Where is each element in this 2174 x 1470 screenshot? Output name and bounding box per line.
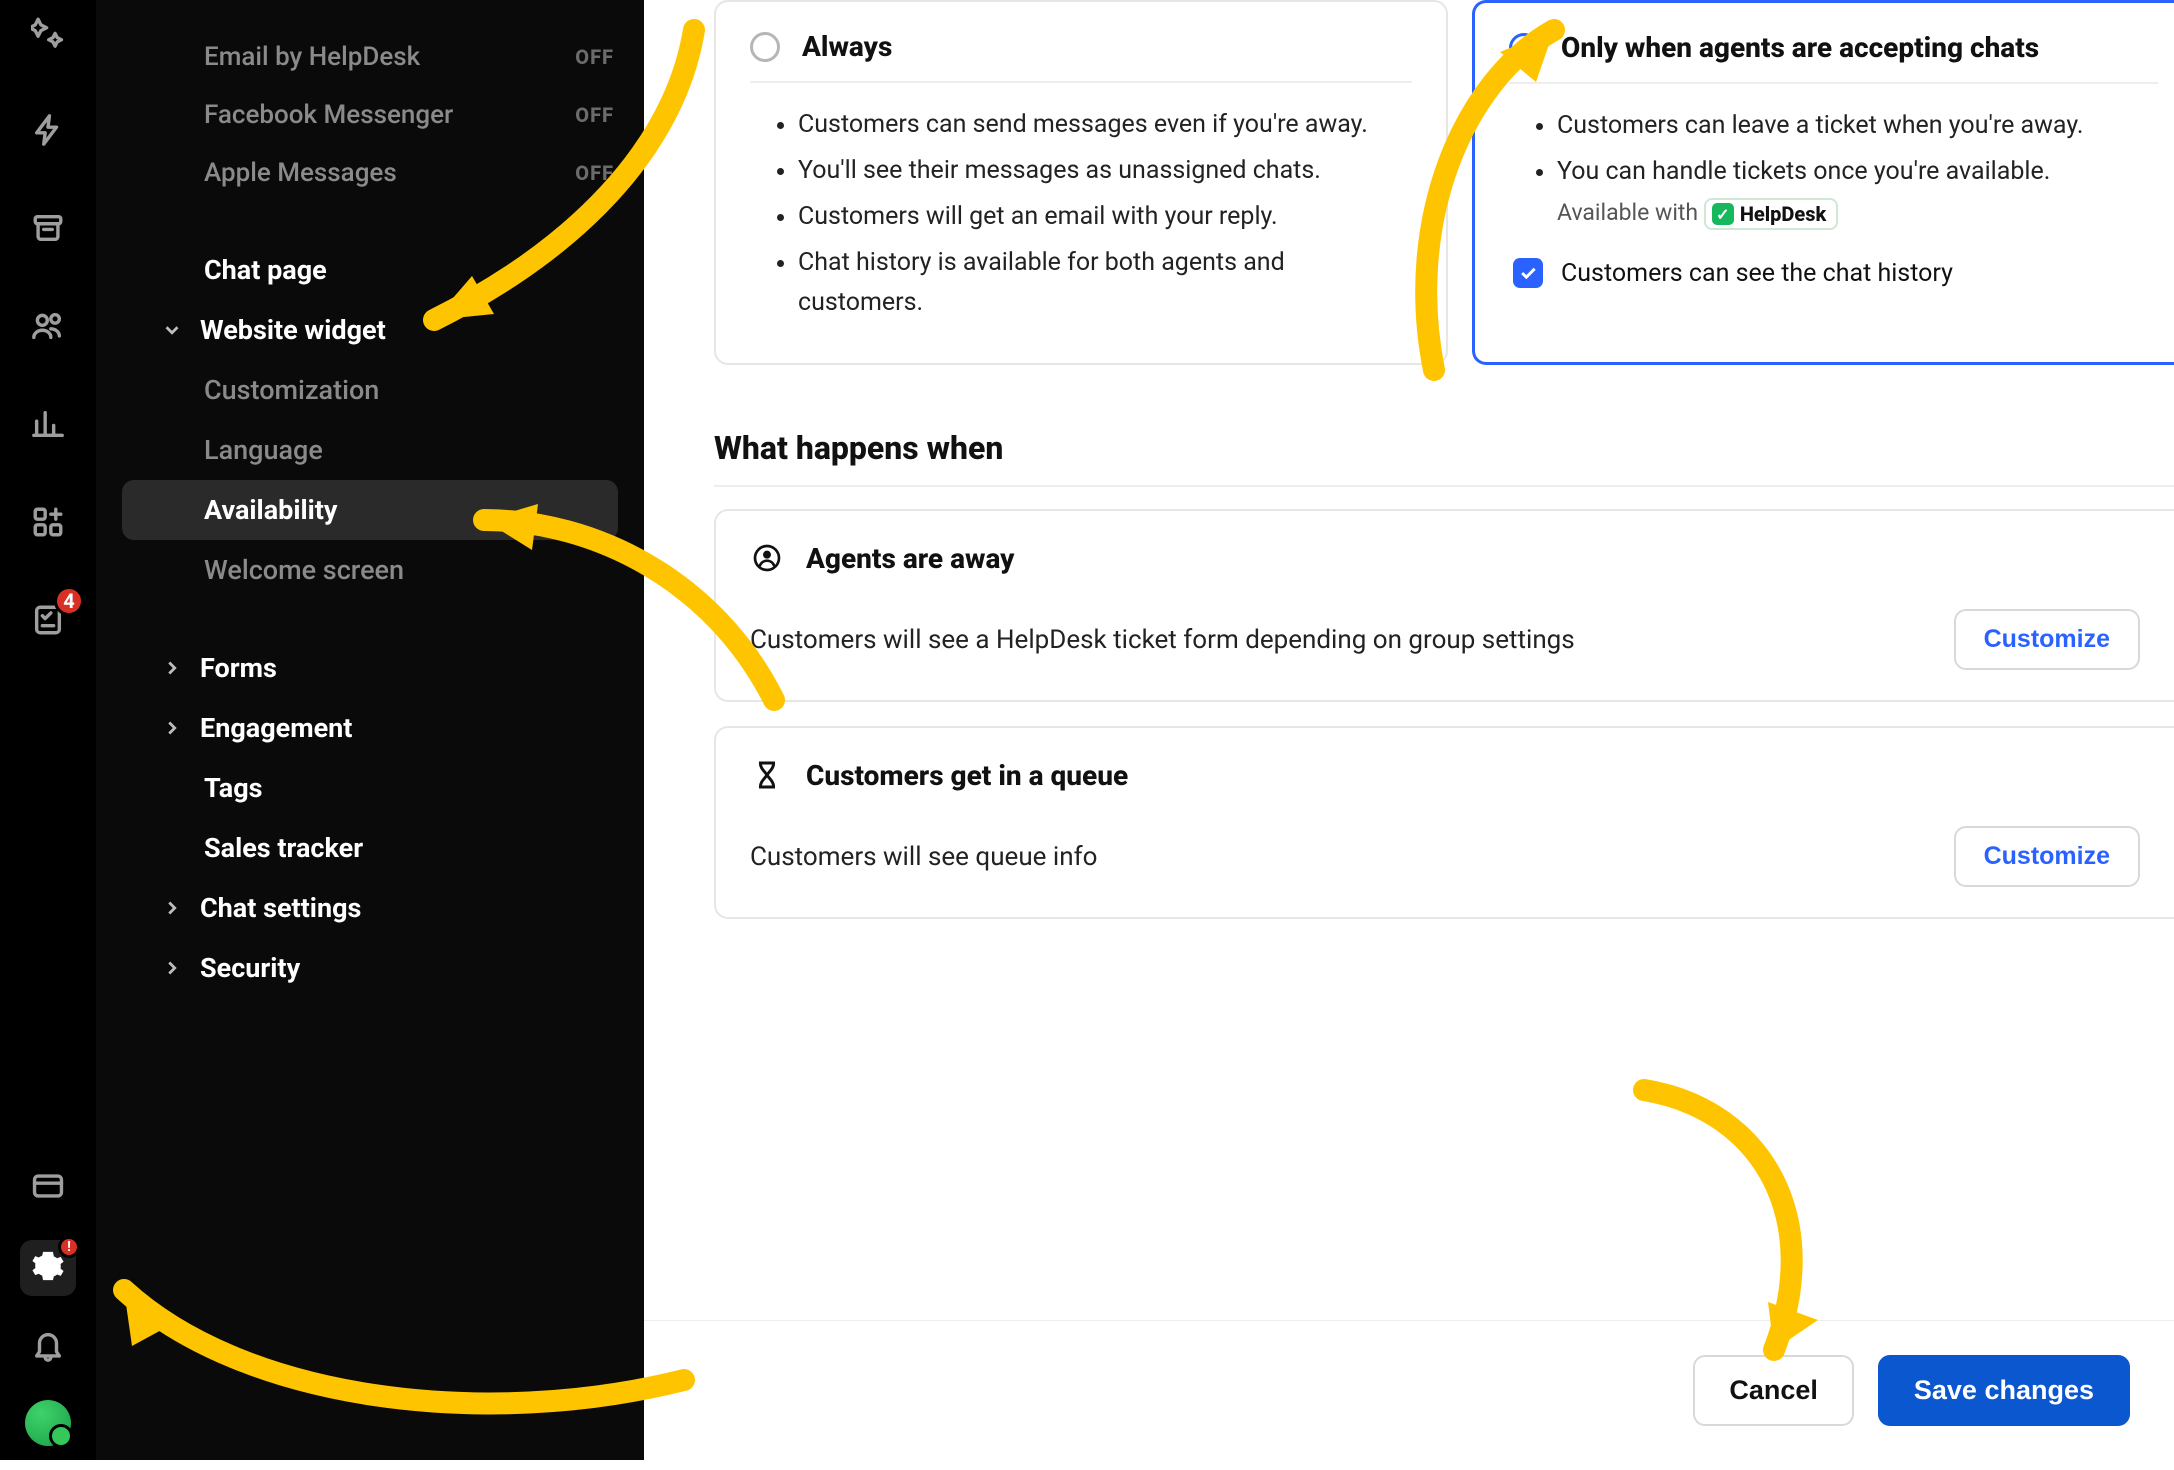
hourglass-icon (750, 758, 784, 792)
option-bullets: Customers can leave a ticket when you're… (1509, 84, 2158, 192)
sidebar-item-chat-settings[interactable]: Chat settings (122, 878, 618, 938)
option-title: Always (802, 30, 892, 63)
helpdesk-badge[interactable]: ✓ HelpDesk (1704, 198, 1839, 230)
sidebar-item-label: Welcome screen (204, 554, 404, 586)
bell-icon (31, 1329, 65, 1367)
chevron-down-icon (158, 319, 186, 341)
radio-only-accepting[interactable] (1509, 33, 1539, 63)
rail-checklist[interactable]: 4 (20, 594, 76, 650)
sidebar-item-chat-page[interactable]: Chat page (122, 240, 618, 300)
channel-status: OFF (575, 161, 614, 185)
sidebar-item-label: Security (200, 952, 300, 984)
scenario-title: Customers get in a queue (806, 759, 1128, 792)
chevron-right-icon (158, 897, 186, 919)
sidebar-item-availability[interactable]: Availability (122, 480, 618, 540)
save-changes-button[interactable]: Save changes (1878, 1355, 2130, 1426)
settings-sidebar: Email by HelpDesk OFF Facebook Messenger… (96, 0, 644, 1460)
sidebar-item-label: Engagement (200, 712, 352, 744)
cancel-button[interactable]: Cancel (1693, 1355, 1854, 1426)
rail-archive[interactable] (20, 202, 76, 258)
option-card-always[interactable]: Always Customers can send messages even … (714, 0, 1448, 365)
sidebar-item-language[interactable]: Language (122, 420, 618, 480)
sidebar-item-sales-tracker[interactable]: Sales tracker (122, 818, 618, 878)
scenario-title: Agents are away (806, 542, 1014, 575)
sidebar-item-website-widget[interactable]: Website widget (122, 300, 618, 360)
chevron-right-icon (158, 657, 186, 679)
footer-bar: Cancel Save changes (644, 1320, 2174, 1460)
chat-history-checkbox-row[interactable]: Customers can see the chat history (1509, 230, 2158, 288)
channel-label: Facebook Messenger (204, 100, 453, 130)
sidebar-item-customization[interactable]: Customization (122, 360, 618, 420)
channel-email-helpdesk[interactable]: Email by HelpDesk OFF (122, 28, 618, 86)
sidebar-item-label: Language (204, 434, 323, 466)
available-with-line: Available with ✓ HelpDesk (1509, 198, 2158, 230)
channel-facebook-messenger[interactable]: Facebook Messenger OFF (122, 86, 618, 144)
sidebar-item-tags[interactable]: Tags (122, 758, 618, 818)
customize-button-queue[interactable]: Customize (1954, 826, 2140, 887)
rail-chart[interactable] (20, 398, 76, 454)
channel-status: OFF (575, 45, 614, 69)
people-icon (31, 309, 65, 347)
sidebar-item-forms[interactable]: Forms (122, 638, 618, 698)
rail-notifications[interactable] (20, 1320, 76, 1376)
option-title: Only when agents are accepting chats (1561, 31, 2039, 64)
sidebar-item-welcome-screen[interactable]: Welcome screen (122, 540, 618, 600)
checkbox-label: Customers can see the chat history (1561, 259, 1953, 288)
scenario-agents-away: Agents are away Customers will see a Hel… (714, 509, 2174, 702)
sparkle-icon (31, 15, 65, 53)
channel-label: Apple Messages (204, 158, 397, 188)
scenario-desc: Customers will see queue info (750, 842, 1097, 872)
rail-people[interactable] (20, 300, 76, 356)
chevron-right-icon (158, 957, 186, 979)
rail-bolt[interactable] (20, 104, 76, 160)
bullet: Customers can send messages even if you'… (798, 105, 1404, 145)
scenario-desc: Customers will see a HelpDesk ticket for… (750, 625, 1575, 655)
option-bullets: Customers can send messages even if you'… (750, 83, 1412, 323)
main-content: Always Customers can send messages even … (644, 0, 2174, 1460)
divider (714, 485, 2174, 487)
gear-icon (31, 1249, 65, 1287)
card-icon (31, 1169, 65, 1207)
chart-icon (31, 407, 65, 445)
option-card-only-accepting[interactable]: Only when agents are accepting chats Cus… (1472, 0, 2174, 365)
scenario-queue: Customers get in a queue Customers will … (714, 726, 2174, 919)
sidebar-item-label: Chat settings (200, 892, 361, 924)
rail-apps-add[interactable] (20, 496, 76, 552)
checkbox-checked-icon[interactable] (1513, 258, 1543, 288)
bolt-icon (31, 113, 65, 151)
sidebar-item-label: Forms (200, 652, 277, 684)
sidebar-item-label: Chat page (204, 254, 327, 286)
archive-icon (31, 211, 65, 249)
radio-always[interactable] (750, 32, 780, 62)
checklist-badge: 4 (54, 586, 84, 616)
sidebar-item-label: Website widget (200, 314, 386, 346)
bullet: You can handle tickets once you're avail… (1557, 152, 2150, 192)
channel-apple-messages[interactable]: Apple Messages OFF (122, 144, 618, 202)
apps-add-icon (31, 505, 65, 543)
sidebar-item-label: Customization (204, 374, 379, 406)
agent-away-icon (750, 541, 784, 575)
avatar[interactable] (25, 1400, 71, 1446)
icon-rail: 4 ! (0, 0, 96, 1460)
bullet: You'll see their messages as unassigned … (798, 151, 1404, 191)
section-heading: What happens when (714, 429, 2174, 467)
channel-status: OFF (575, 103, 614, 127)
channel-label: Email by HelpDesk (204, 42, 420, 72)
bullet: Customers can leave a ticket when you're… (1557, 106, 2150, 146)
settings-alert-badge: ! (58, 1236, 80, 1258)
sidebar-item-security[interactable]: Security (122, 938, 618, 998)
helpdesk-check-icon: ✓ (1712, 203, 1734, 225)
sidebar-item-engagement[interactable]: Engagement (122, 698, 618, 758)
sidebar-item-label: Sales tracker (204, 832, 363, 864)
customize-button-away[interactable]: Customize (1954, 609, 2140, 670)
rail-settings[interactable]: ! (20, 1240, 76, 1296)
chevron-right-icon (158, 717, 186, 739)
bullet: Chat history is available for both agent… (798, 243, 1404, 323)
sidebar-item-label: Tags (204, 772, 263, 804)
sidebar-item-label: Availability (204, 494, 338, 526)
rail-billing[interactable] (20, 1160, 76, 1216)
rail-sparkle[interactable] (20, 6, 76, 62)
bullet: Customers will get an email with your re… (798, 197, 1404, 237)
